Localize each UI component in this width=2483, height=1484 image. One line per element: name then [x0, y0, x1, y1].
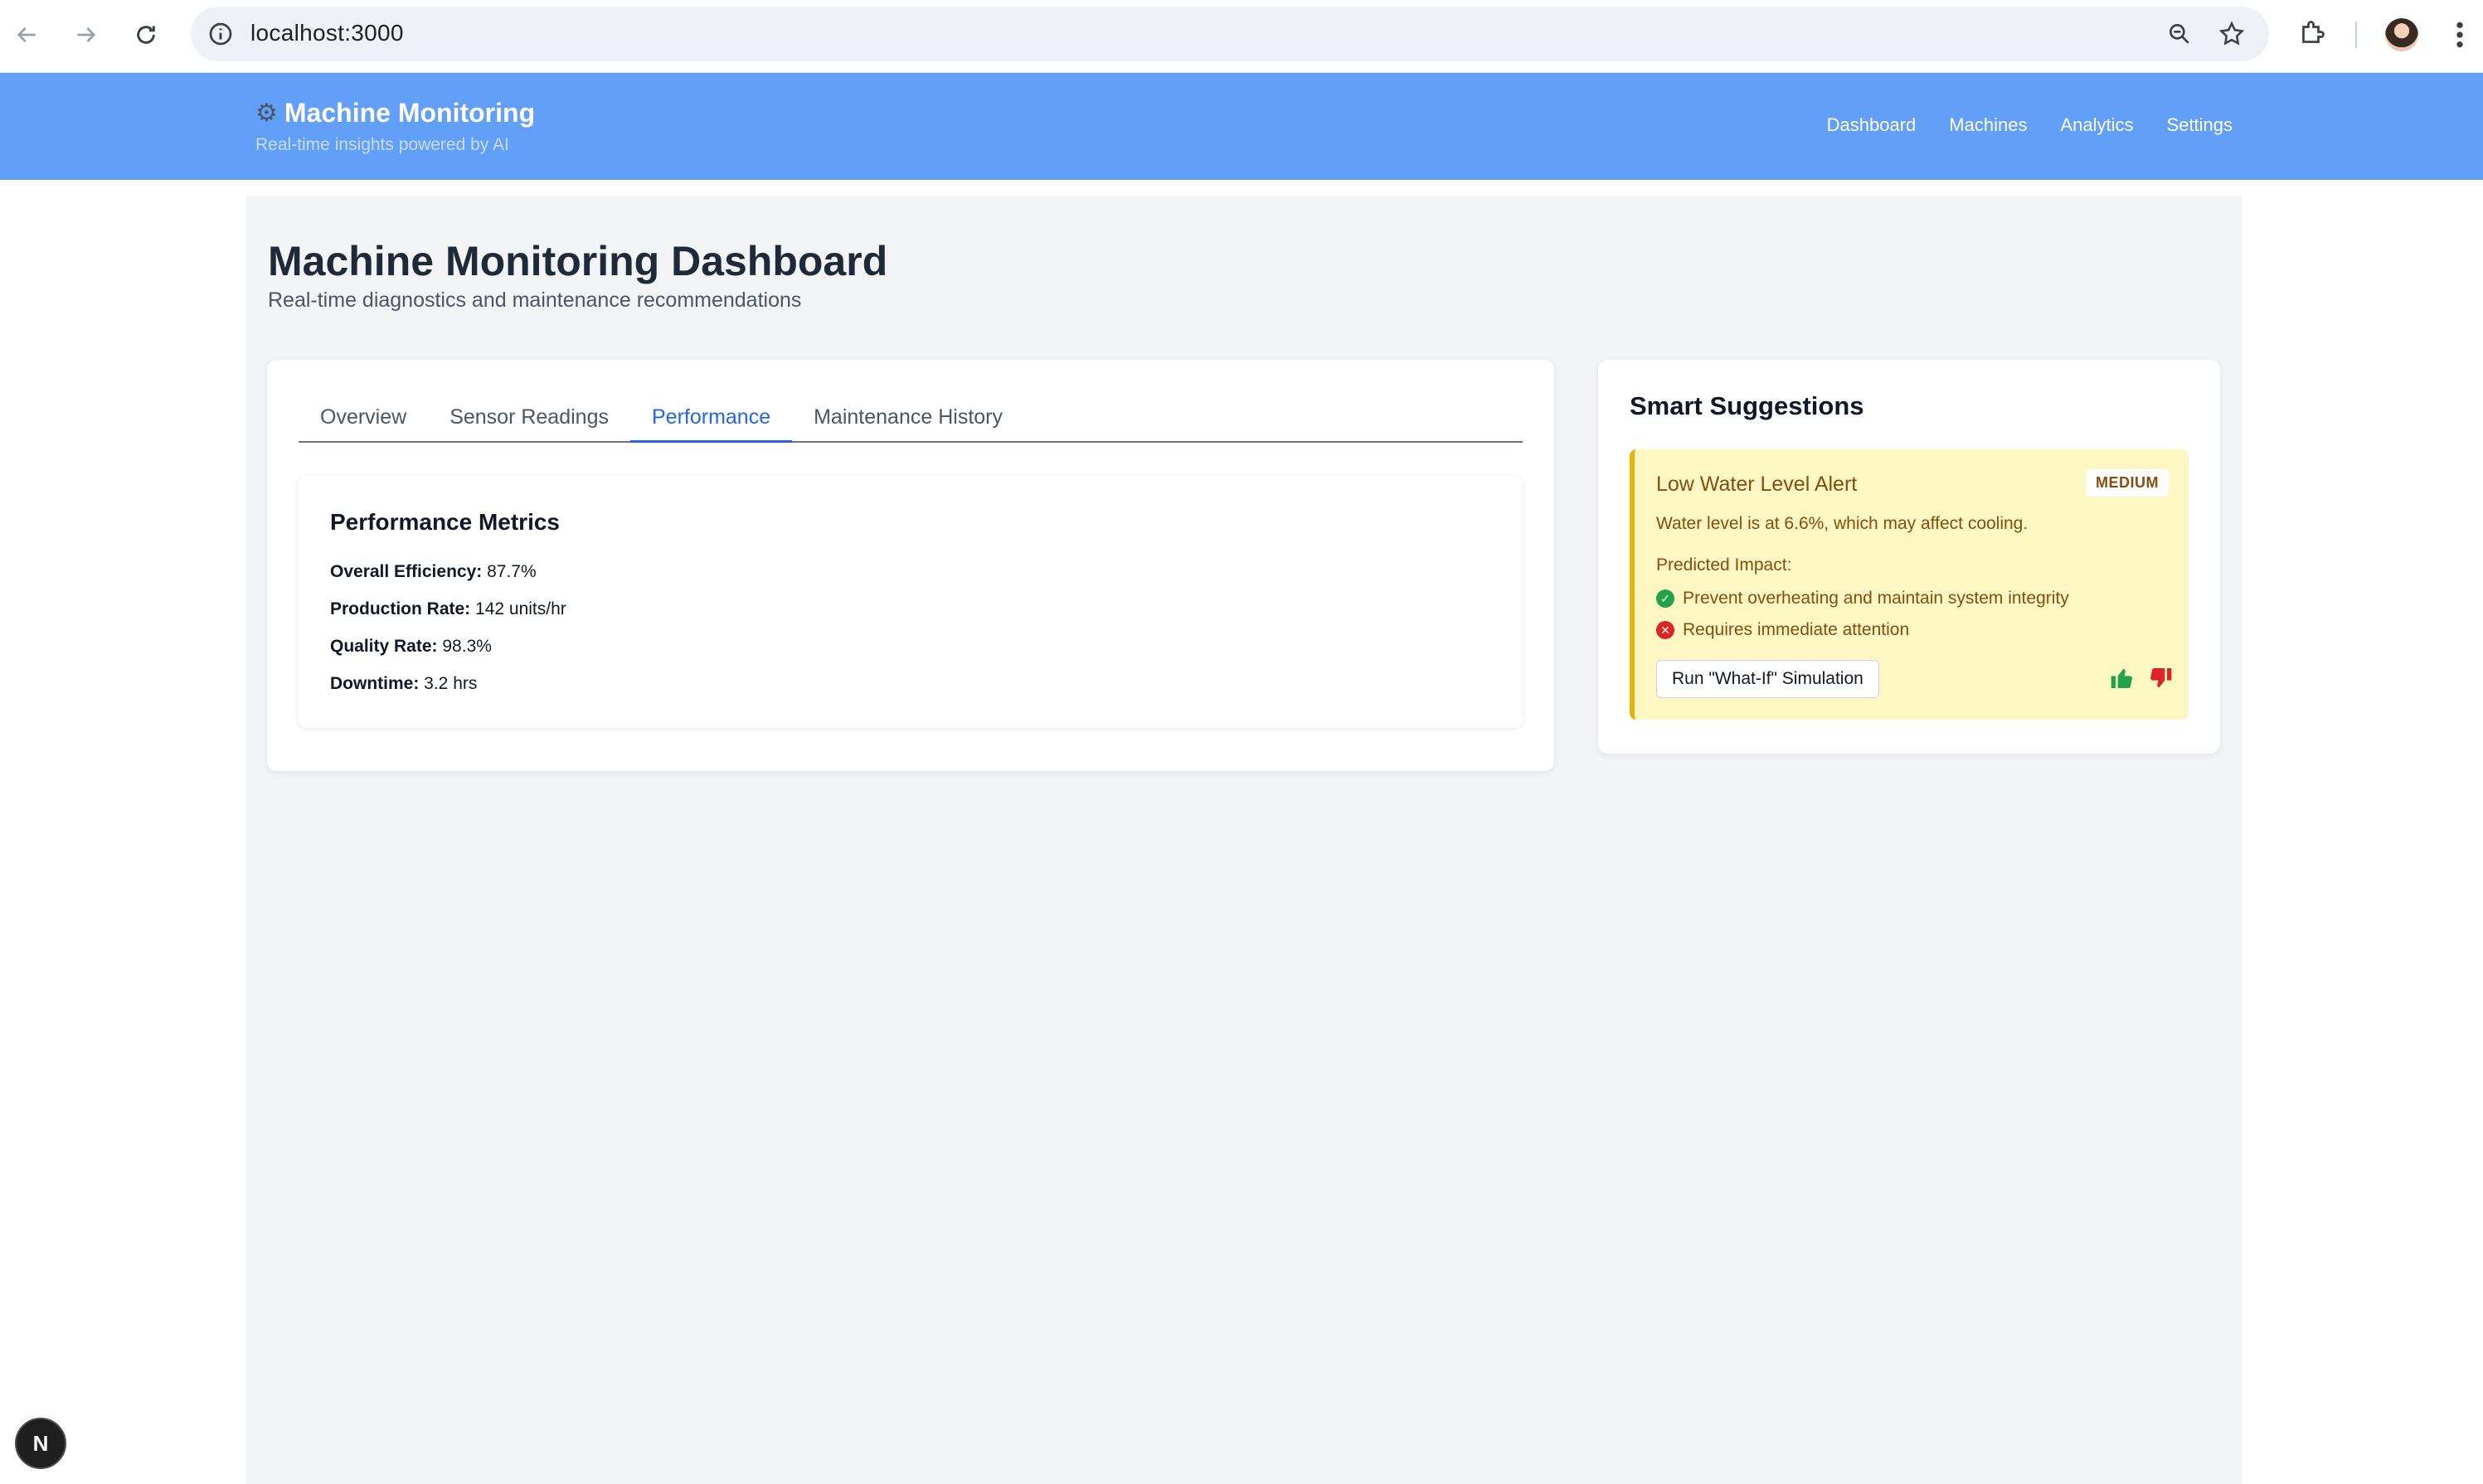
- more-menu-icon[interactable]: [2450, 18, 2470, 51]
- metric-value: 3.2 hrs: [424, 674, 478, 693]
- tab-performance[interactable]: Performance: [629, 395, 793, 443]
- metrics-title: Performance Metrics: [330, 509, 561, 535]
- alert-title: Low Water Level Alert: [1656, 473, 1858, 496]
- metric-label: Overall Efficiency:: [330, 562, 483, 581]
- severity-badge: MEDIUM: [2086, 469, 2169, 497]
- main-container: Machine Monitoring Dashboard Real-time d…: [246, 196, 2242, 1484]
- gear-icon: ⚙: [255, 99, 278, 127]
- impact-label: Predicted Impact:: [1656, 555, 1792, 575]
- alert-description: Water level is at 6.6%, which may affect…: [1656, 514, 2029, 533]
- brand-subtitle: Real-time insights powered by AI: [255, 135, 509, 154]
- brand-title: Machine Monitoring: [284, 98, 536, 128]
- url-text[interactable]: localhost:3000: [250, 20, 404, 46]
- x-circle-icon: ✕: [1656, 621, 1674, 639]
- bookmark-star-icon[interactable]: [2218, 20, 2246, 48]
- impact-positive: ✓ Prevent overheating and maintain syste…: [1656, 589, 2069, 609]
- extensions-icon[interactable]: [2297, 18, 2327, 48]
- nav-analytics[interactable]: Analytics: [2060, 114, 2133, 136]
- thumbs-up-icon[interactable]: [2109, 665, 2136, 691]
- nav-settings[interactable]: Settings: [2167, 114, 2233, 136]
- tab-sensor-readings[interactable]: Sensor Readings: [428, 395, 630, 443]
- thumbs-down-icon[interactable]: [2147, 665, 2174, 691]
- zoom-icon[interactable]: [2166, 21, 2193, 47]
- metric-quality-rate: Quality Rate: 98.3%: [330, 637, 492, 657]
- metric-value: 87.7%: [487, 562, 537, 581]
- suggestions-title: Smart Suggestions: [1630, 391, 1864, 420]
- address-bar[interactable]: localhost:3000: [191, 7, 2269, 61]
- impact-text: Prevent overheating and maintain system …: [1683, 589, 2069, 608]
- main-nav: Dashboard Machines Analytics Settings: [1827, 114, 2233, 136]
- smart-suggestions-card: Smart Suggestions Low Water Level Alert …: [1598, 360, 2220, 754]
- page-subtitle: Real-time diagnostics and maintenance re…: [268, 289, 802, 312]
- machine-details-card: Overview Sensor Readings Performance Mai…: [267, 360, 1554, 771]
- back-button[interactable]: [8, 17, 45, 53]
- forward-button[interactable]: [68, 17, 104, 53]
- tab-overview[interactable]: Overview: [299, 395, 428, 443]
- metric-value: 142 units/hr: [475, 599, 566, 618]
- app-header: ⚙ Machine Monitoring Real-time insights …: [0, 73, 2483, 180]
- toolbar-divider: [2355, 22, 2357, 48]
- nav-machines[interactable]: Machines: [1949, 114, 2027, 136]
- nav-dashboard[interactable]: Dashboard: [1827, 114, 1917, 136]
- browser-toolbar: localhost:3000: [0, 0, 2483, 73]
- reload-icon: [137, 26, 155, 44]
- reload-button[interactable]: [128, 17, 164, 53]
- metric-value: 98.3%: [442, 637, 492, 656]
- metric-label: Downtime:: [330, 674, 420, 693]
- metric-production-rate: Production Rate: 142 units/hr: [330, 599, 566, 619]
- impact-text: Requires immediate attention: [1683, 620, 1910, 639]
- info-icon[interactable]: [207, 21, 234, 47]
- performance-metrics-panel: Performance Metrics Overall Efficiency: …: [299, 476, 1523, 728]
- profile-avatar[interactable]: [2385, 18, 2418, 51]
- brand[interactable]: ⚙ Machine Monitoring Real-time insights …: [255, 98, 535, 155]
- tab-bar: Overview Sensor Readings Performance Mai…: [299, 395, 1523, 443]
- metric-downtime: Downtime: 3.2 hrs: [330, 674, 477, 694]
- impact-negative: ✕ Requires immediate attention: [1656, 620, 1909, 640]
- arrow-right-icon: [77, 27, 96, 42]
- alert-suggestion: Low Water Level Alert MEDIUM Water level…: [1630, 449, 2189, 720]
- tab-maintenance-history[interactable]: Maintenance History: [792, 395, 1024, 443]
- run-simulation-button[interactable]: Run "What-If" Simulation: [1656, 660, 1879, 698]
- metric-overall-efficiency: Overall Efficiency: 87.7%: [330, 562, 537, 582]
- metric-label: Production Rate:: [330, 599, 471, 618]
- metric-label: Quality Rate:: [330, 637, 438, 656]
- arrow-left-icon: [17, 27, 36, 42]
- dev-tools-badge[interactable]: N: [15, 1418, 66, 1469]
- check-circle-icon: ✓: [1656, 589, 1674, 608]
- page-title: Machine Monitoring Dashboard: [268, 238, 888, 284]
